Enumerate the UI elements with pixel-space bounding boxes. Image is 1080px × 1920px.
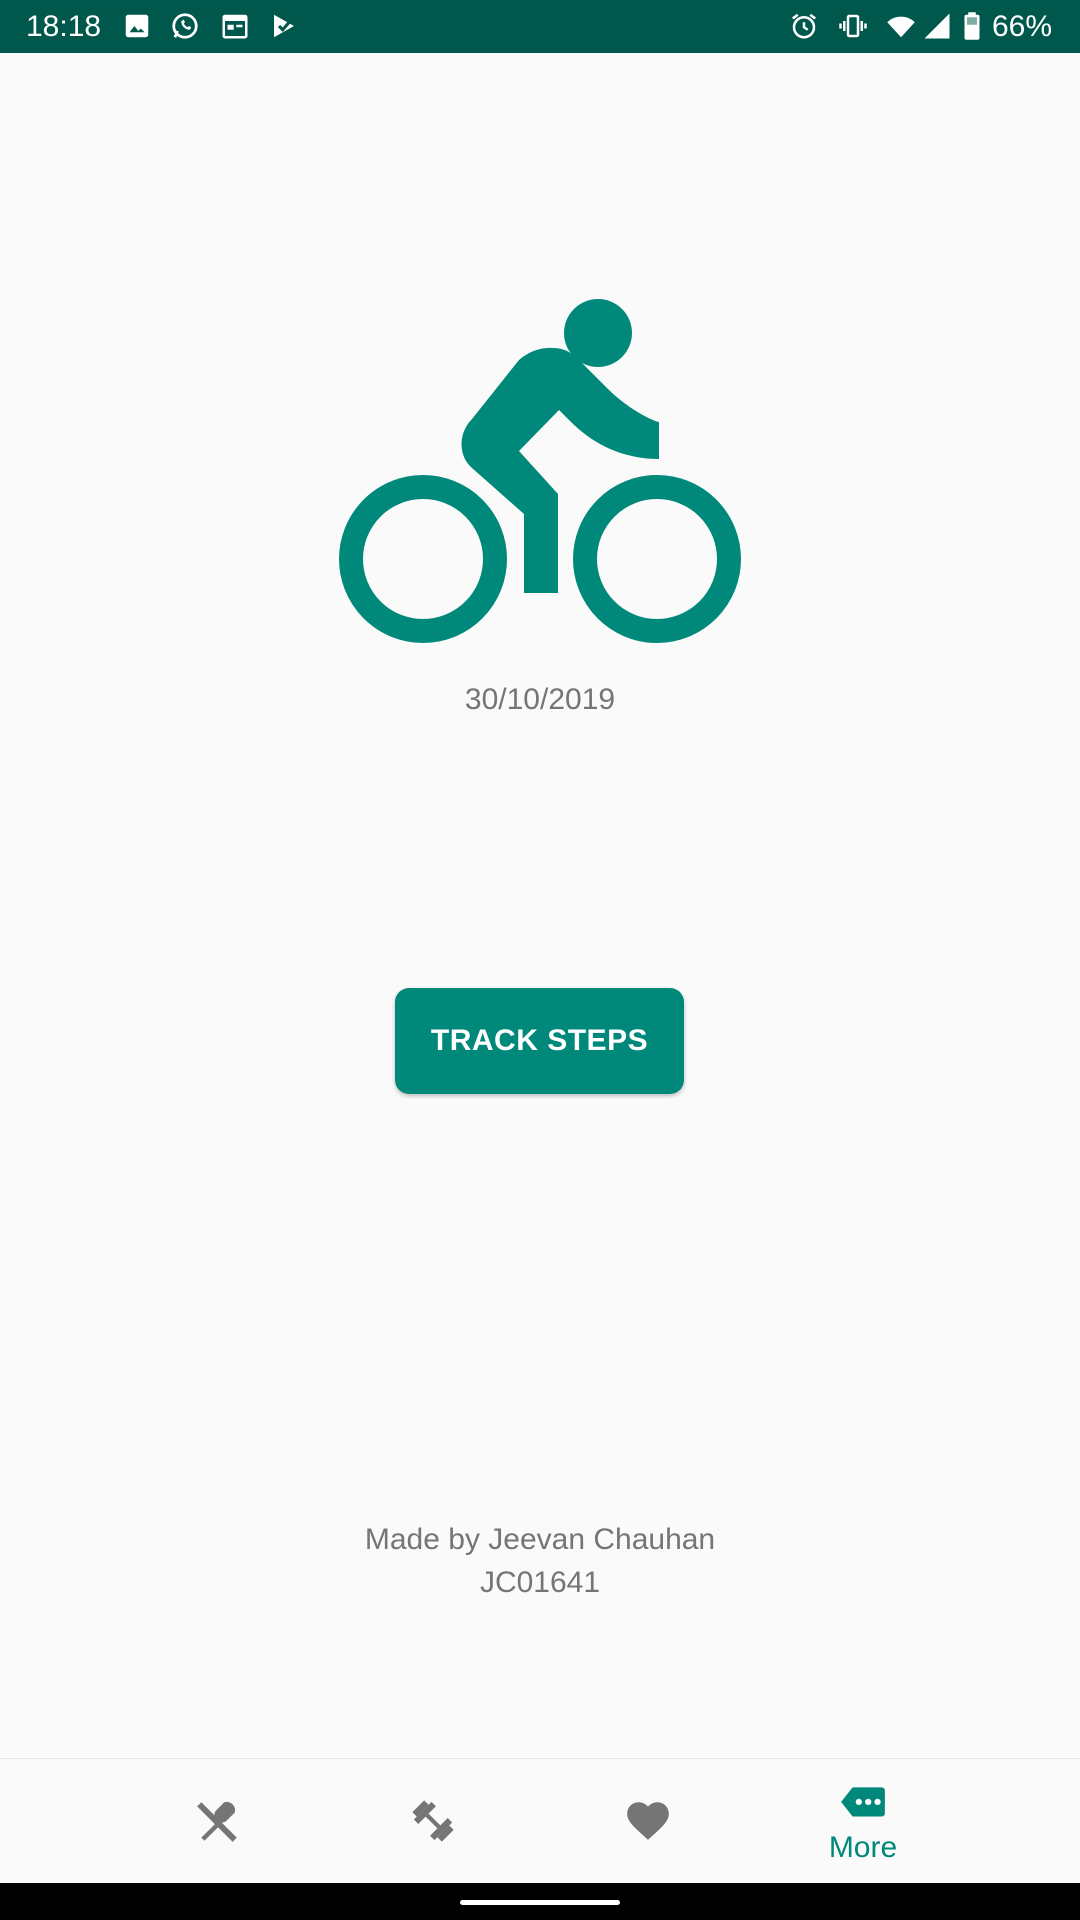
- nav-item-health[interactable]: [540, 1759, 756, 1884]
- calendar-icon: [220, 11, 250, 41]
- battery-icon: [960, 11, 984, 41]
- heart-icon: [627, 1801, 669, 1840]
- signal-icon: [922, 11, 952, 41]
- status-time: 18:18: [26, 10, 102, 43]
- dumbbell-icon: [412, 1799, 454, 1842]
- system-navigation-bar: [0, 1883, 1080, 1920]
- food-icon: [197, 1801, 237, 1842]
- vibrate-icon: [838, 11, 868, 41]
- status-bar: 18:18 66%: [0, 0, 1080, 53]
- date-label: 30/10/2019: [464, 683, 616, 716]
- nav-item-workout[interactable]: [325, 1759, 541, 1884]
- credit-id: JC01641: [479, 1566, 601, 1599]
- alarm-icon: [789, 11, 819, 41]
- battery-percentage: 66%: [992, 10, 1053, 43]
- bottom-navigation: More: [0, 1758, 1080, 1884]
- nav-item-food[interactable]: [110, 1759, 326, 1884]
- nav-item-more[interactable]: More: [755, 1759, 971, 1884]
- play-check-icon: [269, 11, 299, 41]
- track-steps-button[interactable]: TRACK STEPS: [395, 988, 684, 1094]
- home-gesture-handle[interactable]: [460, 1900, 620, 1905]
- whatsapp-icon: [170, 11, 200, 41]
- wifi-icon: [886, 11, 916, 41]
- more-icon: [841, 1786, 885, 1816]
- credit-author: Made by Jeevan Chauhan: [364, 1523, 716, 1556]
- bike-icon: [339, 299, 741, 643]
- image-icon: [122, 11, 152, 41]
- nav-item-more-label: More: [828, 1830, 898, 1864]
